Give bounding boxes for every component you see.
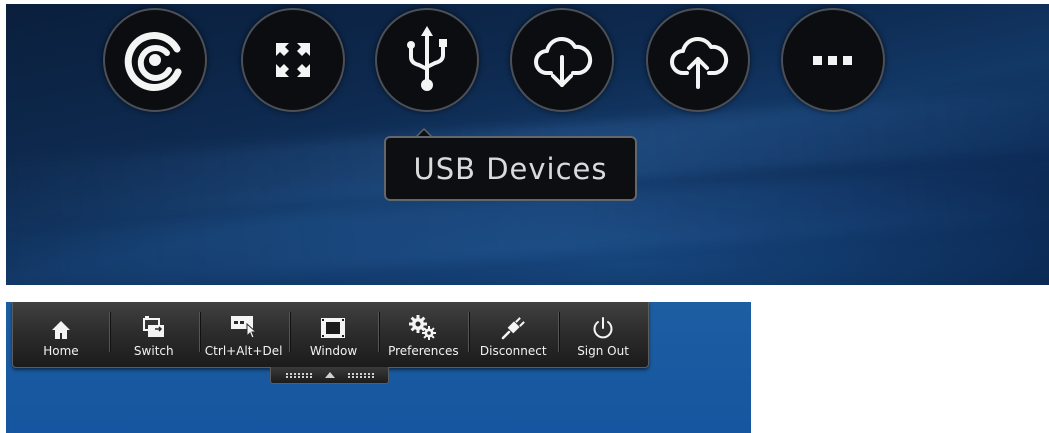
plug-icon xyxy=(501,317,526,340)
cloud-upload-button[interactable] xyxy=(646,8,750,112)
home-label: Home xyxy=(43,344,79,358)
collapse-handle-icon xyxy=(285,371,374,378)
ctrl-alt-del-icon xyxy=(230,316,257,339)
disconnect-button[interactable]: Disconnect xyxy=(468,302,558,367)
toolbar-collapse-handle[interactable] xyxy=(270,367,389,384)
desktop-top-panel: USB Devices xyxy=(6,4,1049,285)
ctrl-alt-del-button[interactable]: Ctrl+Alt+Del xyxy=(198,302,289,367)
switch-label: Switch xyxy=(133,344,174,358)
sign-out-label: Sign Out xyxy=(577,344,629,358)
ctrl-alt-del-label: Ctrl+Alt+Del xyxy=(204,344,283,358)
disconnect-label: Disconnect xyxy=(479,344,547,358)
window-label: Window xyxy=(309,344,358,358)
connection-strength-icon xyxy=(124,32,182,92)
preferences-label: Preferences xyxy=(388,344,459,358)
cloud-upload-icon xyxy=(670,36,729,89)
home-icon xyxy=(51,321,70,339)
window-icon xyxy=(321,318,346,338)
usb-devices-button[interactable] xyxy=(375,8,479,112)
switch-icon xyxy=(142,316,164,337)
fullscreen-icon xyxy=(276,43,310,77)
usb-icon xyxy=(407,26,447,91)
desktop-bottom-panel: Home Switch Ctrl+Alt+Del Window Preferen… xyxy=(6,302,751,433)
more-button[interactable] xyxy=(781,8,885,112)
fullscreen-button[interactable] xyxy=(241,8,345,112)
session-toolbar: Home Switch Ctrl+Alt+Del Window Preferen… xyxy=(12,302,649,368)
window-button[interactable]: Window xyxy=(288,302,379,367)
usb-devices-tooltip: USB Devices xyxy=(384,136,637,201)
home-button[interactable]: Home xyxy=(13,302,109,367)
sign-out-button[interactable]: Sign Out xyxy=(558,302,648,367)
preferences-button[interactable]: Preferences xyxy=(378,302,468,367)
more-icon xyxy=(813,56,852,65)
connection-strength-button[interactable] xyxy=(103,8,207,112)
cloud-download-button[interactable] xyxy=(510,8,614,112)
gears-icon xyxy=(409,315,437,340)
cloud-download-icon xyxy=(534,36,593,87)
switch-button[interactable]: Switch xyxy=(108,302,199,367)
power-icon xyxy=(593,317,613,339)
